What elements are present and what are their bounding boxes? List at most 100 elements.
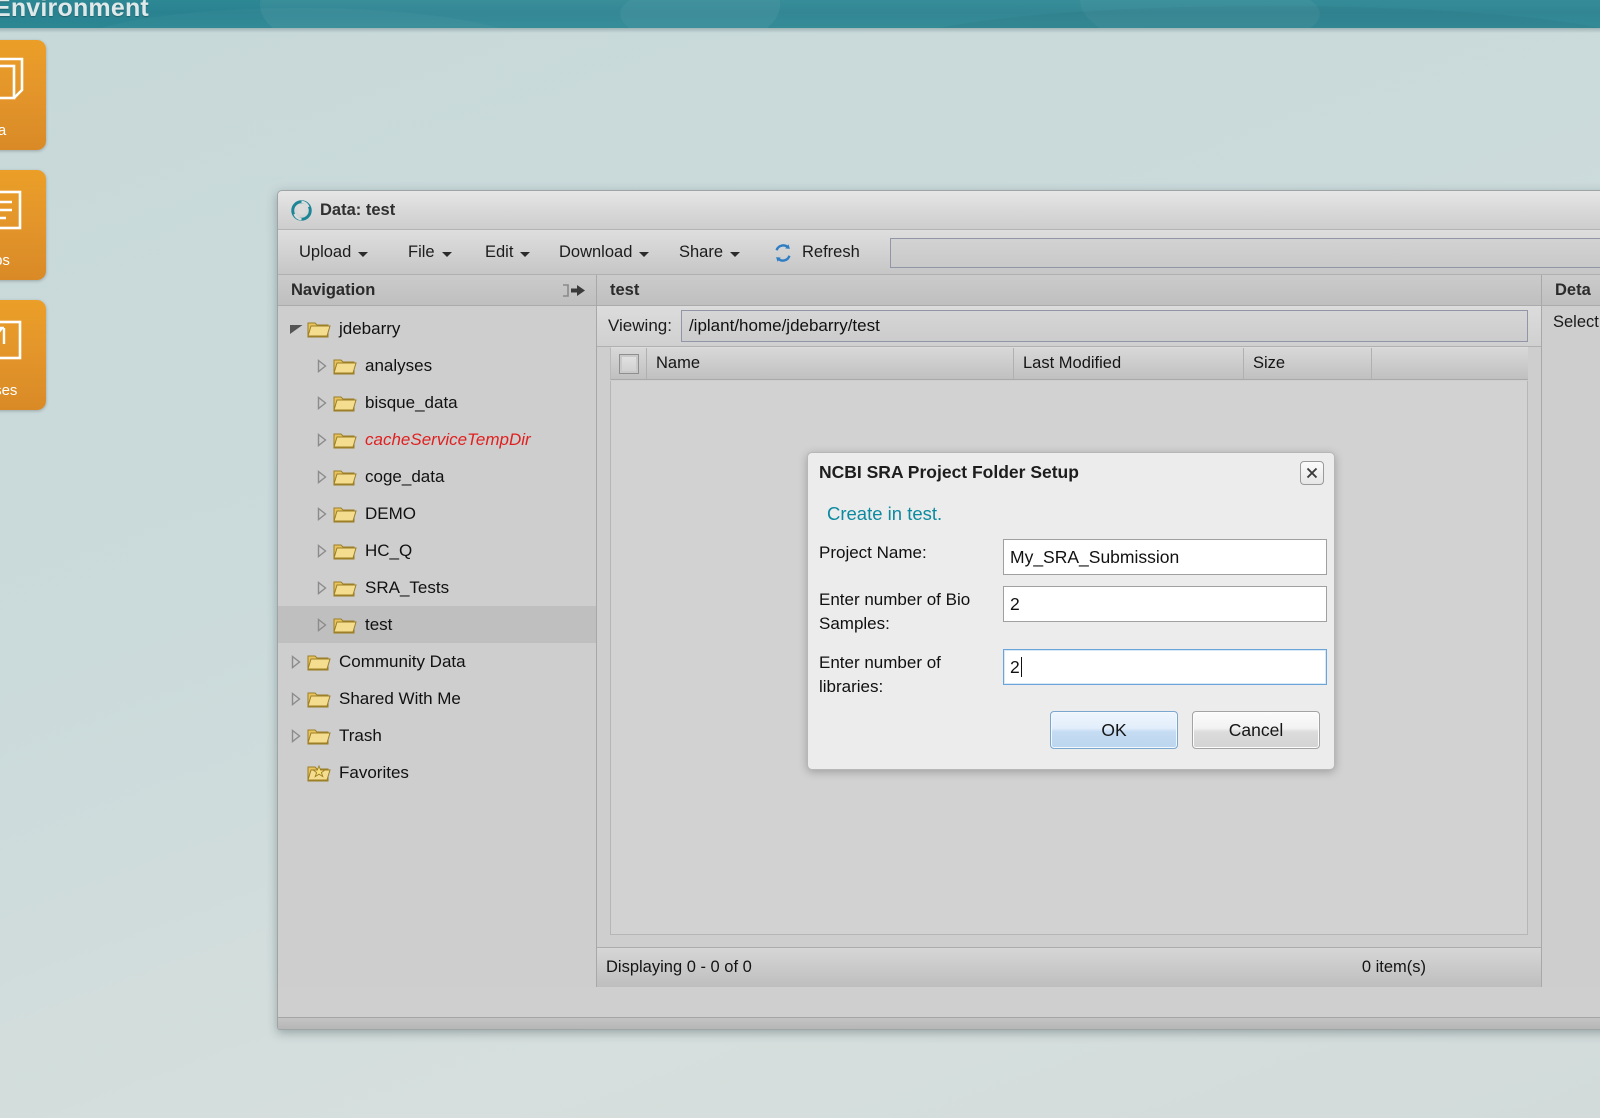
chevron-right-icon[interactable] xyxy=(287,727,305,745)
details-pane: Deta Select xyxy=(1542,275,1600,987)
bio-samples-row: Enter number of Bio Samples: 2 xyxy=(819,586,1327,636)
refresh-button[interactable]: Refresh xyxy=(763,230,869,275)
nav-item-label: analyses xyxy=(365,355,433,375)
nav-item-demo[interactable]: DEMO xyxy=(278,495,596,532)
folder-icon xyxy=(333,541,357,561)
file-menu[interactable]: File xyxy=(399,230,461,275)
navigation-pane: Navigation jdebarry analyses bisque_data… xyxy=(278,275,597,987)
nav-item-label: HC_Q xyxy=(365,540,413,560)
chevron-right-icon[interactable] xyxy=(287,690,305,708)
folder-icon xyxy=(333,467,357,487)
share-menu[interactable]: Share xyxy=(670,230,749,275)
column-header-size[interactable]: Size xyxy=(1244,348,1372,379)
refresh-circular-arrows-icon xyxy=(775,243,791,262)
close-button[interactable] xyxy=(1300,461,1324,485)
chevron-right-icon[interactable] xyxy=(313,431,331,449)
bio-samples-label: Enter number of Bio Samples: xyxy=(819,590,971,633)
app-header: covery Environment xyxy=(0,0,1600,28)
center-header-label: test xyxy=(610,281,640,299)
dialog-titlebar[interactable]: NCBI SRA Project Folder Setup xyxy=(808,453,1334,493)
analyses-tile-label: yses xyxy=(0,382,18,399)
download-menu[interactable]: Download xyxy=(550,230,658,275)
dialog-title: NCBI SRA Project Folder Setup xyxy=(819,462,1079,482)
folder-icon xyxy=(333,430,357,450)
upload-menu-label: Upload xyxy=(299,243,352,261)
chevron-right-icon[interactable] xyxy=(313,505,331,523)
nav-item-cacheservicetempdir[interactable]: cacheServiceTempDir xyxy=(278,421,596,458)
text-cursor xyxy=(1020,657,1022,677)
file-menu-label: File xyxy=(408,243,435,261)
nav-item-label: Community Data xyxy=(339,651,466,671)
navigation-tree[interactable]: jdebarry analyses bisque_data cacheServi… xyxy=(278,306,596,791)
status-displaying-text: Displaying 0 - 0 of 0 xyxy=(606,958,752,976)
ok-button[interactable]: OK xyxy=(1050,711,1178,749)
nav-item-label: Favorites xyxy=(339,762,409,782)
chevron-down-icon xyxy=(730,252,741,257)
nav-item-test[interactable]: test xyxy=(278,606,596,643)
column-header-name[interactable]: Name xyxy=(647,348,1014,379)
chevron-right-icon[interactable] xyxy=(313,394,331,412)
chevron-down-icon[interactable] xyxy=(287,320,305,338)
download-menu-label: Download xyxy=(559,243,633,261)
nav-item-label: Trash xyxy=(339,725,382,745)
window-titlebar[interactable]: Data: test xyxy=(278,191,1600,230)
upload-menu[interactable]: Upload xyxy=(290,230,377,275)
data-tile[interactable]: a xyxy=(0,40,46,150)
nav-item-label: Shared With Me xyxy=(339,688,461,708)
data-tile-label: a xyxy=(0,122,7,139)
nav-item-sra-tests[interactable]: SRA_Tests xyxy=(278,569,596,606)
nav-item-hc-q[interactable]: HC_Q xyxy=(278,532,596,569)
nav-item-trash[interactable]: Trash xyxy=(278,717,596,754)
window-footer xyxy=(278,1017,1600,1029)
chevron-right-icon[interactable] xyxy=(313,357,331,375)
grid-header-row: Name Last Modified Size xyxy=(610,347,1528,380)
libraries-field-value: 2 xyxy=(1010,656,1020,677)
nav-item-label: SRA_Tests xyxy=(365,577,450,597)
column-header-last-modified[interactable]: Last Modified xyxy=(1014,348,1244,379)
folder-icon xyxy=(333,356,357,376)
search-input[interactable] xyxy=(890,238,1600,268)
status-bar: Displaying 0 - 0 of 0 0 item(s) xyxy=(597,947,1541,987)
collapse-left-arrow-icon[interactable] xyxy=(560,282,586,299)
nav-item-label: coge_data xyxy=(365,466,445,486)
edit-menu[interactable]: Edit xyxy=(476,230,539,275)
iplant-swirl-icon xyxy=(291,200,312,221)
folder-icon xyxy=(333,393,357,413)
details-body-text: Select xyxy=(1553,313,1599,331)
analyses-tile[interactable]: yses xyxy=(0,300,46,410)
edit-menu-label: Edit xyxy=(485,243,514,261)
nav-item-shared-with-me[interactable]: Shared With Me xyxy=(278,680,596,717)
chevron-down-icon xyxy=(358,252,369,257)
apps-tile[interactable]: ps xyxy=(0,170,46,280)
header-shadow xyxy=(0,28,1600,33)
nav-item-label: bisque_data xyxy=(365,392,458,412)
viewing-label: Viewing: xyxy=(608,316,672,335)
viewing-path-input[interactable]: /iplant/home/jdebarry/test xyxy=(680,310,1528,342)
nav-item-community-data[interactable]: Community Data xyxy=(278,643,596,680)
share-menu-label: Share xyxy=(679,243,724,261)
chevron-right-icon[interactable] xyxy=(313,579,331,597)
cancel-button[interactable]: Cancel xyxy=(1192,711,1320,749)
libraries-field[interactable]: 2 xyxy=(1003,649,1327,685)
chevron-right-icon[interactable] xyxy=(313,616,331,634)
select-all-checkbox[interactable] xyxy=(618,353,639,374)
nav-item-bisque-data[interactable]: bisque_data xyxy=(278,384,596,421)
desktop-background: covery Environment a ps yses xyxy=(0,0,1600,1118)
select-all-header-cell[interactable] xyxy=(611,348,647,379)
libraries-row: Enter number of libraries: 2 xyxy=(819,649,1327,699)
project-name-field[interactable]: My_SRA_Submission xyxy=(1003,539,1327,575)
app-title: covery Environment xyxy=(0,0,149,22)
bio-samples-field[interactable]: 2 xyxy=(1003,586,1327,622)
nav-item-coge-data[interactable]: coge_data xyxy=(278,458,596,495)
close-x-icon xyxy=(1306,467,1318,479)
nav-item-favorites[interactable]: Favorites xyxy=(278,754,596,791)
chevron-right-icon[interactable] xyxy=(313,542,331,560)
nav-item-jdebarry[interactable]: jdebarry xyxy=(278,310,596,347)
chevron-right-icon[interactable] xyxy=(313,468,331,486)
chevron-right-icon[interactable] xyxy=(287,653,305,671)
folder-icon xyxy=(307,652,331,672)
center-header: test xyxy=(597,275,1541,306)
nav-item-analyses[interactable]: analyses xyxy=(278,347,596,384)
nav-item-label: test xyxy=(365,614,393,634)
